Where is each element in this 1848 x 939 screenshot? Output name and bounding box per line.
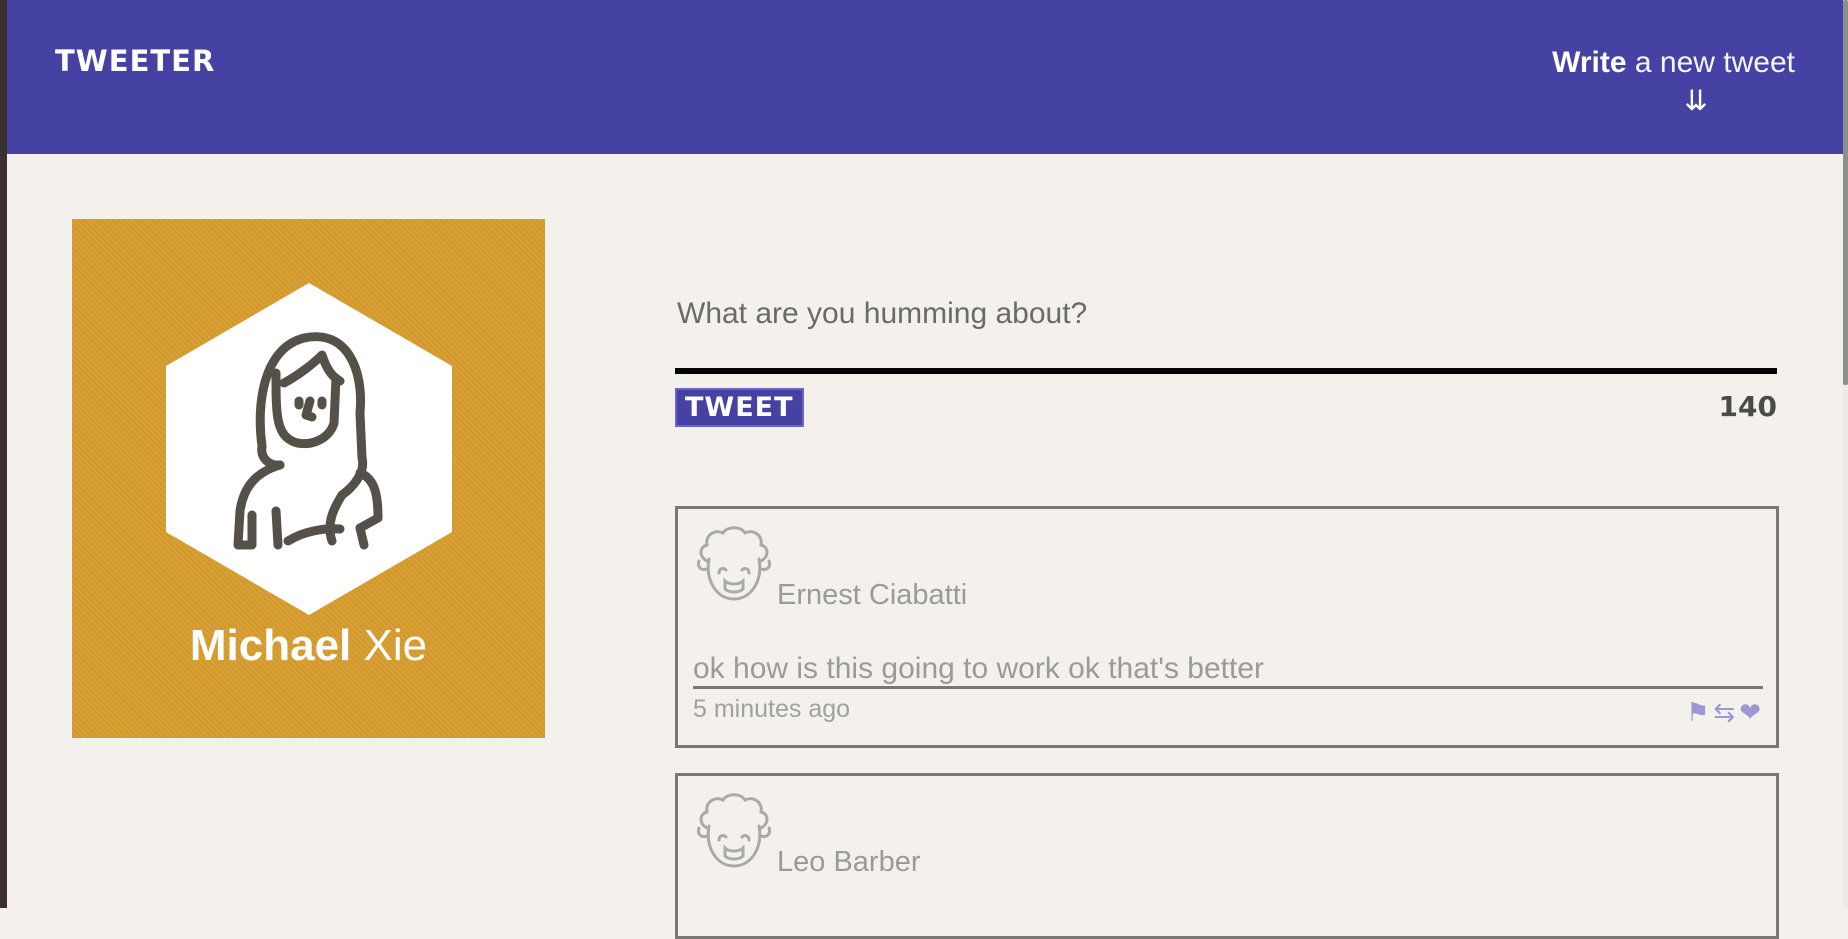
tweet-text: ok how is this going to work ok that's b… (693, 652, 1763, 689)
compose-toggle-text: a new tweet (1626, 46, 1795, 79)
character-counter: 140 (1718, 390, 1777, 423)
window-edge (0, 0, 7, 908)
scrollbar[interactable] (1843, 0, 1848, 908)
compose-toggle-bold: Write (1552, 46, 1627, 79)
tweet-submit-button[interactable]: TWEET (675, 388, 804, 427)
tweet-input[interactable] (675, 280, 1779, 348)
profile-avatar (166, 283, 452, 615)
double-down-arrow-icon[interactable]: ⇊ (1535, 84, 1795, 117)
profile-last-name: Xie (351, 621, 428, 670)
author-avatar-icon (697, 793, 771, 868)
tweet-card: Leo Barber (675, 773, 1779, 939)
tweet-composer: TWEET 140 (675, 280, 1779, 427)
tweet-author-name[interactable]: Leo Barber (777, 846, 921, 879)
top-navbar: TWEETER Write a new tweet ⇊ (7, 0, 1843, 154)
profile-first-name: Michael (189, 621, 352, 670)
profile-name: Michael Xie (72, 621, 545, 671)
brand-logo[interactable]: TWEETER (55, 44, 215, 78)
compose-toggle-label[interactable]: Write a new tweet (1535, 46, 1795, 80)
composer-divider (675, 368, 1777, 374)
author-avatar-icon (697, 526, 771, 601)
retweet-icon[interactable]: ⇆ (1713, 697, 1735, 728)
tweet-card: Ernest Ciabatti ok how is this going to … (675, 506, 1779, 748)
scrollbar-thumb[interactable] (1843, 0, 1848, 385)
tweet-timestamp: 5 minutes ago (693, 695, 851, 723)
tweet-actions: ⚑ ⇆ ❤ (1686, 697, 1761, 728)
flag-icon[interactable]: ⚑ (1686, 697, 1709, 728)
profile-card: Michael Xie (72, 219, 545, 738)
heart-icon[interactable]: ❤ (1739, 697, 1761, 728)
tweet-author-name[interactable]: Ernest Ciabatti (777, 579, 967, 612)
compose-toggle-button[interactable]: Write a new tweet ⇊ (1535, 46, 1795, 117)
